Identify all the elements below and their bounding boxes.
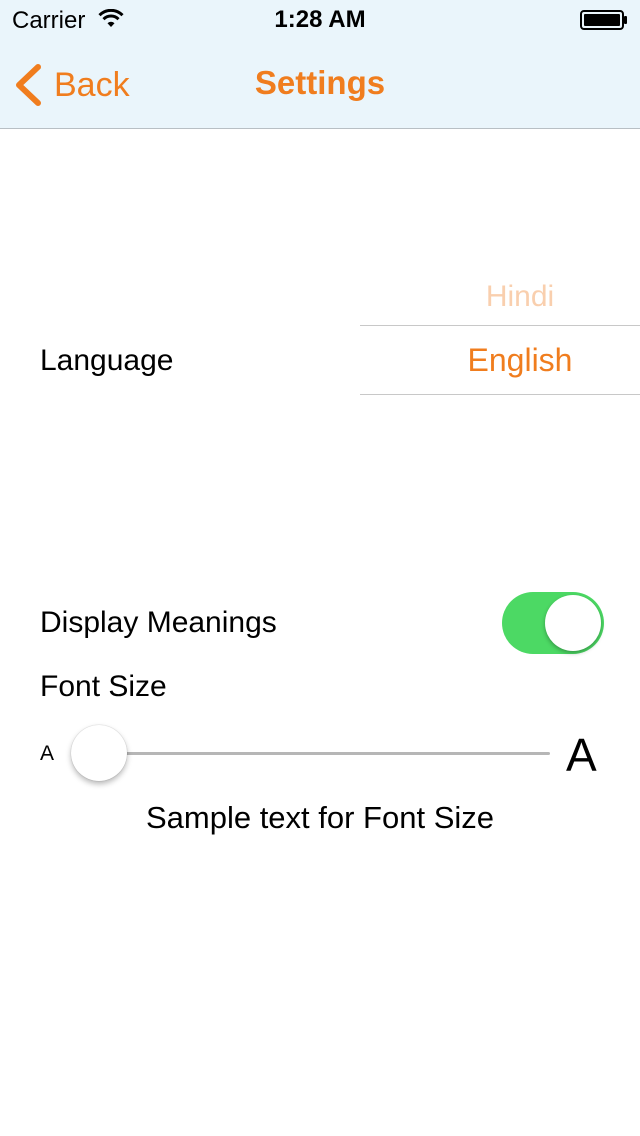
font-size-label: Font Size bbox=[40, 670, 167, 703]
font-size-min-label: A bbox=[40, 742, 55, 765]
picker-option-english[interactable]: English bbox=[360, 342, 640, 379]
font-size-slider-thumb[interactable] bbox=[71, 725, 127, 781]
language-label: Language bbox=[40, 344, 174, 377]
display-meanings-label: Display Meanings bbox=[40, 606, 277, 639]
picker-option-hindi[interactable]: Hindi bbox=[360, 280, 640, 314]
battery-full-icon bbox=[580, 10, 627, 30]
navigation-bar: Carrier 1:28 AM Back Settings bbox=[0, 0, 640, 129]
font-size-max-label: A bbox=[566, 729, 597, 781]
picker-selection-divider-top bbox=[360, 325, 640, 326]
toggle-knob[interactable] bbox=[545, 595, 601, 651]
picker-selection-divider-bottom bbox=[360, 394, 640, 395]
font-size-slider-track[interactable] bbox=[100, 752, 550, 755]
language-picker[interactable]: Hindi English bbox=[360, 260, 640, 410]
font-size-sample-text: Sample text for Font Size bbox=[145, 800, 495, 835]
page-title: Settings bbox=[254, 64, 386, 101]
settings-screen: Carrier 1:28 AM Back Settings Language H… bbox=[0, 0, 640, 1136]
display-meanings-toggle[interactable] bbox=[502, 592, 604, 654]
status-time: 1:28 AM bbox=[274, 6, 366, 33]
